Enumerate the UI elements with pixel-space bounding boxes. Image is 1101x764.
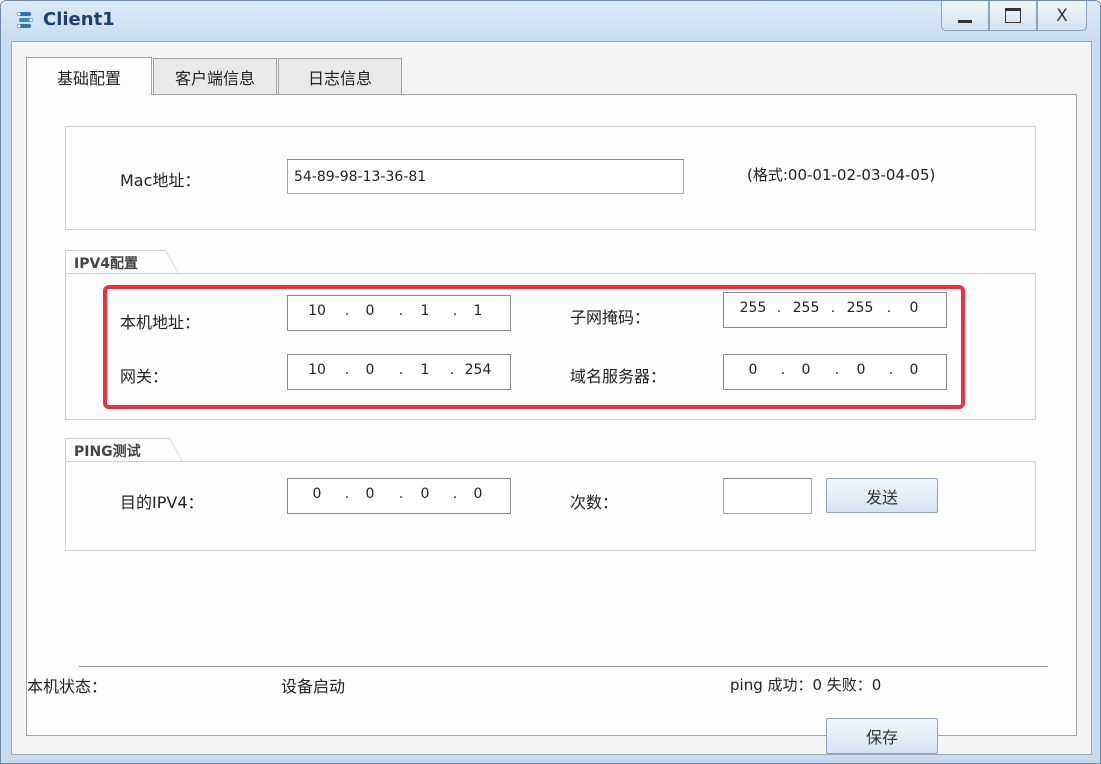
ip-dot: . [776,300,782,316]
dns-input[interactable]: 0 . 0 . 0 . 0 [723,354,947,390]
ip-octet: 0 [365,362,375,378]
dns-label: 域名服务器： [570,367,667,386]
ip-octet: 0 [365,486,375,502]
ping-count-label: 次数： [570,493,619,512]
send-button[interactable]: 发送 [826,478,938,513]
ip-octet: 255 [792,300,820,316]
client-app-icon [17,12,33,28]
status-value: 设备启动 [281,677,346,696]
ip-octet: 1 [420,362,430,378]
status-label: 本机状态： [27,677,108,696]
status-divider [79,666,1048,667]
ipv4-group: 本机地址： 10 . 0 . 1 . 1 子网掩码： 255 . 255 . 2… [65,273,1036,420]
ip-dot: . [344,303,350,319]
ip-octet: 0 [801,362,811,378]
ip-dot: . [452,303,458,319]
ip-octet: 1 [420,303,430,319]
ip-octet: 1 [473,303,483,319]
mac-format-hint: (格式:00-01-02-03-04-05) [747,166,936,184]
subnet-mask-input[interactable]: 255 . 255 . 255 . 0 [723,292,947,328]
title-bar[interactable]: Client1 X [1,1,1100,41]
window-title: Client1 [43,9,115,30]
ip-dot: . [398,362,404,378]
ip-dot: . [344,486,350,502]
ip-octet: 0 [909,362,919,378]
ip-dot: . [886,300,892,316]
tab-log-info[interactable]: 日志信息 [278,58,402,94]
close-icon: X [1056,5,1068,26]
minimize-button[interactable] [941,1,989,31]
ip-octet: 10 [308,303,326,319]
dest-ip-input[interactable]: 0 . 0 . 0 . 0 [287,478,511,514]
ip-octet: 0 [365,303,375,319]
ip-octet: 10 [308,362,326,378]
ping-count-input[interactable] [723,478,812,514]
mac-address-input[interactable]: 54-89-98-13-36-81 [287,159,684,194]
ip-octet: 0 [473,486,483,502]
ping-group-title: PING测试 [65,438,183,463]
ip-octet: 255 [739,300,767,316]
ping-stats: ping 成功：0 失败：0 [730,676,882,694]
client-area: 基础配置 客户端信息 日志信息 Mac地址： 54-89-98-13-36-81… [11,41,1092,755]
ip-dot: . [398,303,404,319]
ip-dot: . [780,362,786,378]
ip-dot: . [449,362,455,378]
gateway-input[interactable]: 10 . 0 . 1 . 254 [287,354,511,390]
ipv4-group-title: IPV4配置 [65,250,179,275]
client-window: Client1 X 基础配置 客户端信息 日志信息 Mac地址： 54-89-9… [0,0,1101,764]
ping-group: 目的IPV4： 0 . 0 . 0 . 0 次数： 发送 [65,461,1036,551]
ip-octet: 0 [909,300,919,316]
ip-octet: 0 [312,486,322,502]
ip-dot: . [452,486,458,502]
ip-octet: 0 [748,362,758,378]
ip-octet: 255 [846,300,874,316]
ip-dot: . [830,300,836,316]
ip-octet: 0 [420,486,430,502]
save-button[interactable]: 保存 [826,718,938,754]
ip-dot: . [398,486,404,502]
dest-ip-label: 目的IPV4： [120,493,204,512]
ip-dot: . [834,362,840,378]
ip-dot: . [888,362,894,378]
mac-label: Mac地址： [120,171,201,190]
ip-dot: . [344,362,350,378]
maximize-icon [1005,8,1021,23]
close-button[interactable]: X [1037,1,1087,31]
ip-octet: 254 [464,362,492,378]
maximize-button[interactable] [989,1,1037,31]
ip-octet: 0 [856,362,866,378]
subnet-mask-label: 子网掩码： [570,308,651,327]
minimize-icon [958,20,972,23]
local-ip-input[interactable]: 10 . 0 . 1 . 1 [287,295,511,331]
tab-basic-config[interactable]: 基础配置 [26,57,152,95]
gateway-label: 网关： [120,367,169,386]
mac-group: Mac地址： 54-89-98-13-36-81 (格式:00-01-02-03… [65,126,1036,230]
tab-client-info[interactable]: 客户端信息 [153,58,277,94]
tab-panel-basic-config: Mac地址： 54-89-98-13-36-81 (格式:00-01-02-03… [26,94,1077,754]
local-ip-label: 本机地址： [120,313,201,332]
